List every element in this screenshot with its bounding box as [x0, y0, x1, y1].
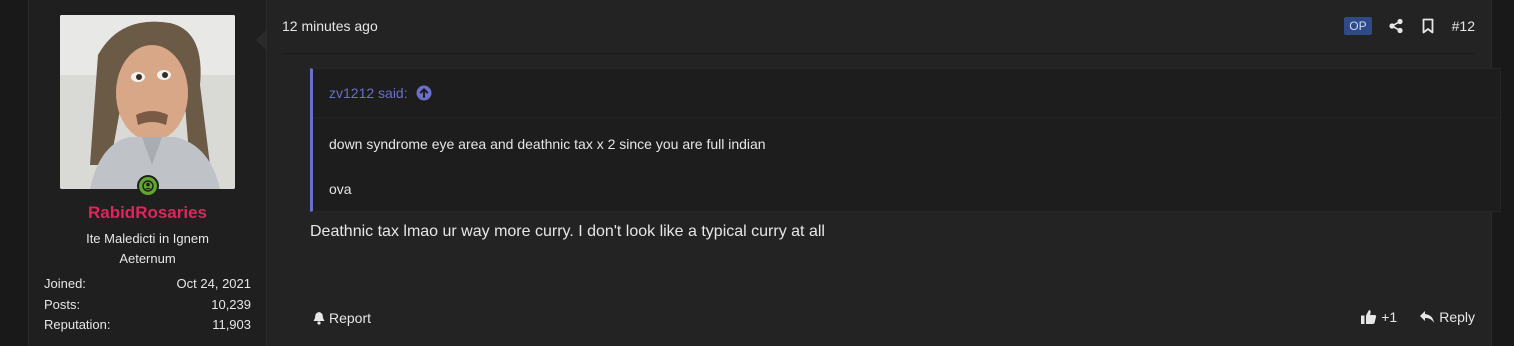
post-main: 12 minutes ago OP #12 zv1212 said: down … — [266, 0, 1501, 346]
op-badge: OP — [1344, 17, 1372, 35]
reply-label: Reply — [1439, 309, 1475, 325]
post-header: 12 minutes ago OP #12 — [282, 0, 1475, 54]
like-button[interactable]: +1 — [1360, 309, 1397, 325]
username-link[interactable]: RabidRosaries — [29, 203, 266, 223]
user-title: Ite Maledicti in Ignem Aeternum — [86, 231, 209, 266]
quote-author-link[interactable]: zv1212 said: — [329, 85, 408, 101]
stat-label: Joined: — [44, 276, 86, 291]
quote-line: ova — [329, 181, 352, 197]
reaction-count: +1 — [1381, 309, 1398, 325]
reply-icon — [1419, 310, 1435, 324]
user-sidebar: RabidRosaries Ite Maledicti in Ignem Aet… — [29, 0, 267, 346]
stat-label: Posts: — [44, 296, 81, 312]
avatar-image — [60, 15, 235, 189]
stat-value: Oct 24, 2021 — [176, 276, 251, 291]
report-button[interactable]: Report — [312, 310, 371, 326]
stat-reputation: Reputation: 11,903 — [44, 315, 251, 336]
quote-body: down syndrome eye area and deathnic tax … — [313, 118, 1500, 200]
share-icon[interactable] — [1388, 18, 1404, 34]
thumbs-up-icon — [1360, 309, 1377, 325]
stat-value: 10,239 — [211, 296, 251, 312]
quote-block: zv1212 said: down syndrome eye area and … — [310, 68, 1501, 212]
user-online-icon — [139, 177, 157, 195]
post-date-link[interactable]: 12 minutes ago — [282, 18, 378, 34]
user-arrow-pointer — [256, 30, 266, 50]
post-header-actions: OP #12 — [1344, 16, 1475, 36]
bookmark-icon[interactable] — [1420, 18, 1436, 34]
user-stats: Joined: Oct 24, 2021 Posts: 10,239 Reput… — [44, 274, 251, 336]
page: RabidRosaries Ite Maledicti in Ignem Aet… — [0, 0, 1514, 346]
arrow-up-circle-icon[interactable] — [416, 85, 432, 101]
stat-joined: Joined: Oct 24, 2021 — [44, 274, 251, 295]
avatar[interactable] — [60, 15, 235, 189]
stat-posts: Posts: 10,239 — [44, 295, 251, 316]
post-footer-actions: +1 Reply — [1360, 309, 1475, 325]
post-number-link[interactable]: #12 — [1452, 18, 1475, 34]
report-label: Report — [329, 310, 372, 326]
forum-post: RabidRosaries Ite Maledicti in Ignem Aet… — [28, 0, 1501, 346]
stat-label: Reputation: — [44, 317, 111, 332]
quote-header: zv1212 said: — [313, 69, 1500, 118]
reply-button[interactable]: Reply — [1419, 309, 1475, 325]
quote-line: down syndrome eye area and deathnic tax … — [329, 136, 766, 152]
online-status-badge — [137, 175, 159, 197]
bell-icon — [312, 311, 326, 325]
post-message: Deathnic tax lmao ur way more curry. I d… — [310, 223, 825, 240]
stat-value: 11,903 — [212, 317, 251, 332]
